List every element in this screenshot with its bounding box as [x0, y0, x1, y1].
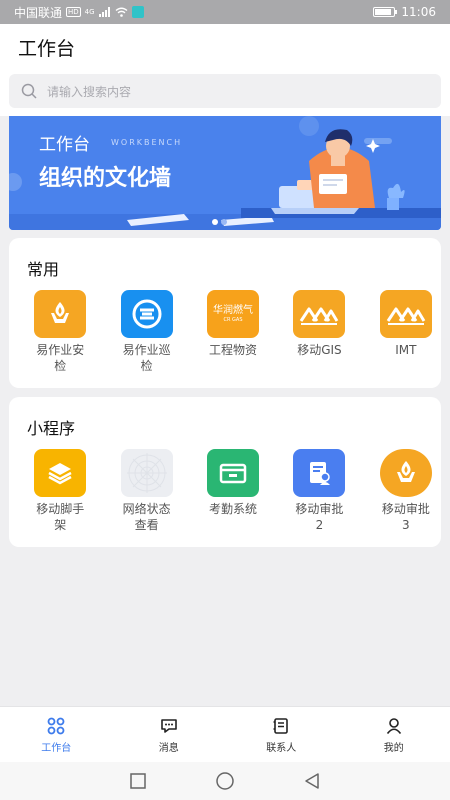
system-nav-bar	[0, 762, 450, 800]
mini-programs-section: 小程序 移动脚手架 网络状态查看 考勤系统 移动审批2 移动审批3	[9, 397, 441, 547]
app-header: 工作台	[0, 24, 450, 70]
mountain-icon	[293, 290, 346, 338]
app-tile-yizuoye-anjian[interactable]: 易作业安检	[25, 290, 95, 374]
app-tile-attendance[interactable]: 考勤系统	[198, 449, 268, 533]
flame-hand-icon	[379, 449, 432, 497]
mountain-icon	[379, 290, 432, 338]
battery-icon	[373, 7, 398, 17]
page-title: 工作台	[18, 38, 76, 60]
app-tile-yizuoye-xunjian[interactable]: 易作业巡检	[111, 290, 181, 374]
tab-workbench[interactable]: 工作台	[0, 707, 113, 762]
wifi-icon	[115, 7, 128, 17]
bottom-tab-bar: 工作台 消息 联系人 我的	[0, 706, 450, 762]
clock: 11:06	[401, 5, 436, 19]
app-tile-gongcheng-wuzi[interactable]: 华润燃气 CR GAS 工程物资	[198, 290, 268, 374]
tab-label: 联系人	[266, 743, 297, 754]
banner-title: 工作台	[39, 135, 90, 155]
search-input[interactable]: 请输入搜索内容	[9, 74, 441, 108]
app-label: 移动审批3	[381, 502, 430, 532]
mini-programs-grid: 移动脚手架 网络状态查看 考勤系统 移动审批2 移动审批3	[9, 449, 441, 533]
app-label: 移动GIS	[297, 343, 342, 357]
section-title-common: 常用	[27, 260, 60, 279]
app-tile-mobile-gis[interactable]: 移动GIS	[284, 290, 354, 374]
app-label: 易作业巡检	[122, 343, 171, 373]
approval-doc-icon	[293, 449, 346, 497]
tab-label: 消息	[158, 743, 179, 754]
web-icon	[120, 449, 173, 497]
back-icon[interactable]	[303, 772, 321, 790]
recent-apps-icon[interactable]	[129, 772, 147, 790]
status-bar: 中国联通 HD 4G 11:06	[0, 0, 450, 24]
tab-label: 我的	[383, 743, 404, 754]
network-type: 4G	[84, 8, 95, 16]
grid-icon	[47, 717, 65, 735]
banner-dot[interactable]	[212, 219, 218, 225]
search-area: 请输入搜索内容	[0, 70, 450, 116]
app-label: 工程物资	[209, 343, 258, 357]
gas-logo-text: 华润燃气	[213, 304, 254, 316]
gas-logo-subtext: CR GAS	[223, 316, 243, 323]
common-apps-section: 常用 易作业安检 易作业巡检 华润燃气 CR GAS 工程物资 移动GIS IM…	[9, 238, 441, 388]
app-tile-imt[interactable]: IMT	[371, 290, 441, 374]
banner-pagination	[212, 219, 227, 225]
search-placeholder: 请输入搜索内容	[47, 84, 132, 99]
app-label: IMT	[395, 343, 417, 357]
banner[interactable]: 工作台 WORKBENCH 组织的文化墙	[9, 116, 441, 230]
contacts-icon	[273, 718, 289, 734]
app-tile-approval-3[interactable]: 移动审批3	[371, 449, 441, 533]
section-title-mini: 小程序	[27, 419, 76, 438]
app-tile-network-status[interactable]: 网络状态查看	[111, 449, 181, 533]
app-label: 移动审批2	[295, 502, 344, 532]
flame-hand-icon	[34, 290, 87, 338]
tab-contacts[interactable]: 联系人	[225, 707, 338, 762]
s-logo-icon	[120, 290, 173, 338]
app-label: 网络状态查看	[122, 502, 171, 532]
user-icon	[386, 718, 401, 735]
chat-icon	[160, 719, 177, 733]
app-label: 考勤系统	[209, 502, 258, 516]
banner-subtitle-en: WORKBENCH	[111, 138, 183, 147]
app-tile-scaffold[interactable]: 移动脚手架	[25, 449, 95, 533]
app-label: 移动脚手架	[36, 502, 85, 532]
layers-icon	[34, 449, 87, 497]
hd-indicator: HD	[66, 7, 81, 17]
app-tile-approval-2[interactable]: 移动审批2	[284, 449, 354, 533]
notification-app-icon	[131, 6, 144, 18]
tab-me[interactable]: 我的	[338, 707, 450, 762]
banner-dot[interactable]	[221, 219, 227, 225]
tab-messages[interactable]: 消息	[113, 707, 226, 762]
banner-headline: 组织的文化墙	[39, 166, 172, 191]
search-icon	[21, 83, 37, 99]
app-label: 易作业安检	[36, 343, 85, 373]
gas-logo-icon: 华润燃气 CR GAS	[207, 290, 260, 338]
home-icon[interactable]	[215, 771, 235, 791]
window-icon	[207, 449, 260, 497]
common-apps-grid: 易作业安检 易作业巡检 华润燃气 CR GAS 工程物资 移动GIS IMT	[9, 290, 441, 374]
carrier-label: 中国联通	[14, 5, 63, 20]
signal-icon	[98, 7, 110, 17]
tab-label: 工作台	[41, 743, 72, 754]
